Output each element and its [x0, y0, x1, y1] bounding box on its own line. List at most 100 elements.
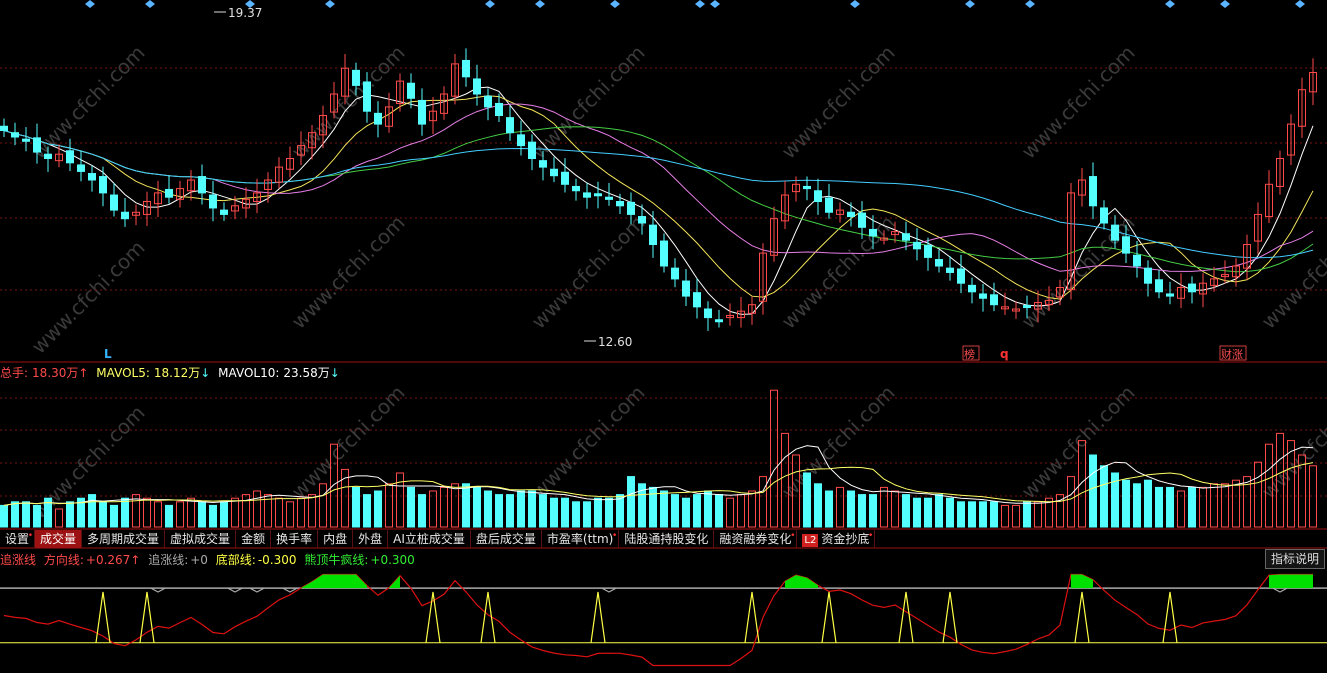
tab-13[interactable]: L2 资金抄底 •: [797, 530, 876, 548]
tab-5[interactable]: 换手率: [271, 530, 319, 548]
volume-bar: [1210, 483, 1218, 528]
volume-bar: [704, 490, 712, 528]
tab-label: 设置: [5, 532, 30, 546]
tab-0[interactable]: 设置 •: [0, 530, 36, 548]
marker-q: q: [1000, 347, 1009, 361]
candle-body: [1100, 207, 1108, 224]
moving-average-lines: [3, 86, 1314, 315]
volume-bar: [1023, 501, 1031, 528]
watermark-text: www.cfchi.com: [27, 41, 150, 164]
volume-bar: [660, 490, 668, 528]
candle-body: [605, 196, 613, 200]
diamond-marker: [610, 0, 620, 8]
diamond-marker: [485, 0, 495, 8]
total-volume-value: 18.30万: [32, 366, 79, 380]
tab-9[interactable]: 盘后成交量: [471, 530, 542, 548]
volume-bar: [1144, 479, 1152, 528]
indicator-help-button[interactable]: 指标说明: [1264, 549, 1325, 569]
volume-bar: [495, 494, 503, 528]
mavol10-label: MAVOL10:: [218, 366, 280, 380]
watermark-text: www.cfchi.com: [1257, 211, 1327, 334]
volume-bar: [583, 501, 591, 528]
candle-body: [693, 292, 701, 308]
candle-body: [803, 185, 811, 190]
candle-body: [66, 150, 74, 164]
volume-bar: [33, 504, 41, 528]
candle-body: [88, 173, 96, 181]
candle-body: [858, 212, 866, 228]
candle-body: [22, 138, 30, 142]
candle-body: [869, 228, 877, 237]
tab-8[interactable]: AI立桩成交量: [388, 530, 471, 548]
tab-label: 融资融券变化: [719, 532, 792, 546]
watermark-text: www.cfchi.com: [777, 381, 900, 504]
volume-bar: [407, 486, 415, 528]
tab-label: 市盈率(ttm): [546, 532, 614, 546]
tab-label: 多周期成交量: [87, 532, 160, 546]
candle-body: [715, 319, 723, 323]
ma10-line: [3, 95, 1314, 300]
candle-body: [44, 153, 52, 159]
indicator-name: 追涨线: [0, 553, 37, 567]
tab-6[interactable]: 内盘: [318, 530, 354, 548]
volume-bar: [88, 494, 96, 528]
volume-bar: [319, 483, 327, 528]
candle-body: [935, 259, 943, 267]
signal-spike: [95, 591, 111, 643]
bearbull-line-value: +0.300: [370, 553, 415, 567]
volume-bar: [539, 494, 547, 528]
volume-bar: [143, 497, 151, 528]
tab-7[interactable]: 外盘: [353, 530, 389, 548]
candle-body: [1089, 176, 1097, 207]
candle-body: [583, 192, 591, 198]
tab-12[interactable]: 融资融券变化 •: [714, 530, 798, 548]
volume-bar: [968, 501, 976, 528]
bearbull-line-label: 熊顶牛疯线:: [304, 553, 369, 567]
volume-bar: [11, 501, 19, 528]
tab-2[interactable]: 多周期成交量: [82, 530, 166, 548]
tab-10[interactable]: 市盈率(ttm) •: [542, 530, 620, 548]
volume-bar: [847, 490, 855, 528]
volume-bar: [1199, 486, 1207, 528]
tab-4[interactable]: 金额: [236, 530, 272, 548]
mavol5-value: 18.12万: [153, 366, 201, 380]
tab-11[interactable]: 陆股通持股变化: [619, 530, 715, 548]
diamond-marker: [1295, 0, 1305, 8]
bottom-line-label: 底部线:: [215, 553, 256, 567]
candle-body: [847, 211, 855, 218]
candle-body: [968, 284, 976, 293]
watermark-text: www.cfchi.com: [287, 211, 410, 334]
tab-dot: •: [27, 531, 34, 541]
volume-bar: [165, 504, 173, 528]
indicator-panel: [0, 573, 1327, 667]
volume-bar: [759, 476, 767, 528]
candle-body: [627, 201, 635, 215]
volume-bar: [671, 494, 679, 528]
tab-3[interactable]: 虚拟成交量: [165, 530, 237, 548]
watermark-text: www.cfchi.com: [1017, 41, 1140, 164]
candle-body: [825, 197, 833, 213]
volume-bar: [1166, 486, 1174, 528]
stock-chart[interactable]: www.cfchi.com www.cfchi.com www.cfchi.com w…: [0, 0, 1327, 673]
candle-body: [814, 190, 822, 202]
diamond-marker: [850, 0, 860, 8]
price-annotations: 19.37 12.60 L 榜 q 财涨: [104, 6, 1247, 361]
low-price-label: 12.60: [598, 335, 632, 349]
candle-body: [517, 134, 525, 147]
volume-bar: [385, 483, 393, 528]
signal-spike: [821, 591, 837, 643]
volume-bar: [858, 494, 866, 528]
candle-body: [561, 171, 569, 185]
candle-body: [682, 280, 690, 297]
volume-bar: [1067, 476, 1075, 528]
volume-bar: [1034, 501, 1042, 528]
volume-bar: [451, 483, 459, 528]
watermark-text: www.cfchi.com: [1017, 211, 1140, 334]
volume-bar: [814, 483, 822, 528]
volume-bar: [770, 389, 778, 528]
tab-1[interactable]: 成交量: [35, 530, 83, 548]
candle-body: [913, 241, 921, 250]
candle-body: [1111, 224, 1119, 241]
top-diamond-markers: [85, 0, 1305, 8]
volume-bar: [935, 494, 943, 528]
